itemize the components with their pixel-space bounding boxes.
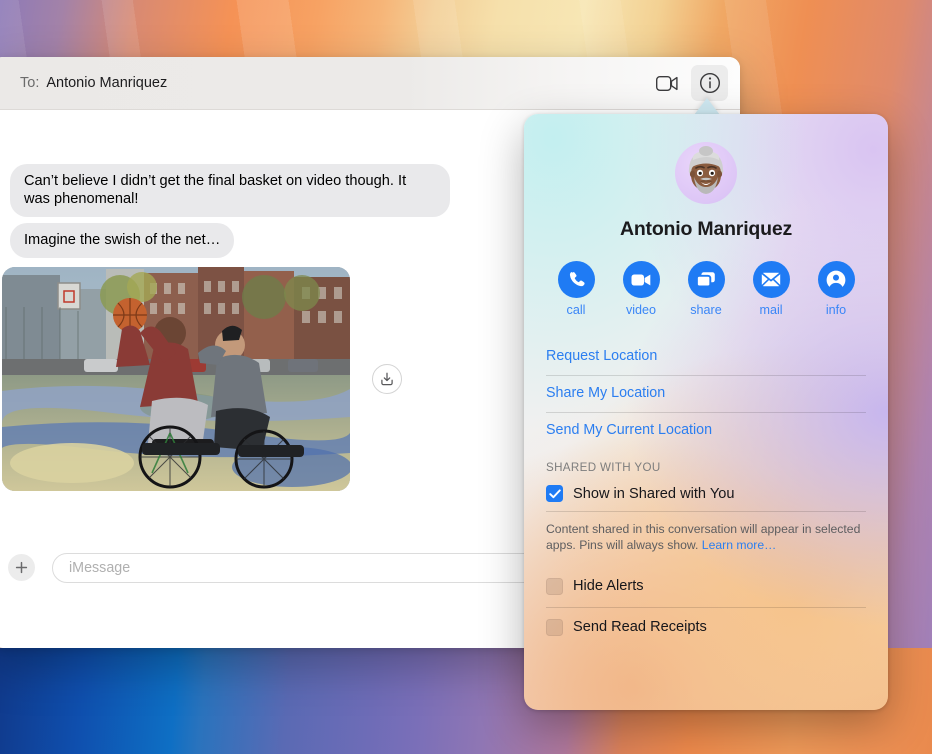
hide-alerts-checkbox[interactable] (546, 577, 563, 595)
share-windows-icon (696, 272, 715, 288)
hide-alerts-label: Hide Alerts (573, 578, 644, 595)
video-camera-icon (655, 75, 678, 91)
info-circle-icon (699, 72, 720, 94)
contact-name: Antonio Manriquez (619, 218, 793, 240)
action-share[interactable]: share (678, 261, 734, 317)
share-my-location-link[interactable]: Share My Location (546, 376, 866, 412)
photo-attachment[interactable] (2, 266, 350, 491)
call-label: call (566, 303, 586, 317)
send-read-receipts-row[interactable]: Send Read Receipts (546, 608, 866, 648)
action-info[interactable]: info (808, 261, 864, 317)
send-read-receipts-label: Send Read Receipts (573, 619, 707, 636)
message-bubble-incoming[interactable]: Imagine the swish of the net… (10, 223, 235, 258)
send-current-location-link[interactable]: Send My Current Location (546, 413, 866, 449)
request-location-link[interactable]: Request Location (546, 339, 866, 375)
recipient-name: Antonio Manriquez (46, 75, 168, 91)
action-video[interactable]: video (613, 261, 669, 317)
basketball-photo (2, 266, 350, 491)
conversation-options: Hide Alerts Send Read Receipts (546, 567, 866, 648)
shared-with-you-header: SHARED WITH YOU (546, 461, 661, 474)
popover-pointer (694, 98, 720, 115)
phone-icon (569, 272, 585, 287)
memoji-avatar-icon (688, 146, 724, 194)
call-button[interactable] (557, 261, 595, 298)
mail-label: mail (759, 303, 783, 317)
video-button[interactable] (622, 261, 660, 298)
avatar-container (546, 142, 866, 204)
send-read-receipts-checkbox[interactable] (546, 618, 563, 636)
person-circle-icon (826, 270, 846, 290)
quick-actions: call video share mail info (546, 261, 866, 317)
save-download-icon (381, 372, 393, 385)
imessage-placeholder: iMessage (69, 559, 131, 576)
share-label: share (690, 303, 722, 317)
video-label: video (625, 303, 657, 317)
titlebar-actions (648, 65, 728, 101)
hide-alerts-row[interactable]: Hide Alerts (546, 567, 866, 607)
info-label: info (825, 303, 847, 317)
add-attachment-button[interactable] (8, 554, 35, 581)
mail-button[interactable] (752, 261, 790, 298)
action-mail[interactable]: mail (743, 261, 799, 317)
window-titlebar: To: Antonio Manriquez (0, 57, 740, 110)
action-call[interactable]: call (548, 261, 604, 317)
contact-info-popover: Antonio Manriquez call video share mail … (524, 114, 888, 710)
checkmark-icon (548, 488, 561, 498)
shared-with-you-note: Content shared in this conversation will… (546, 512, 866, 565)
location-links: Request Location Share My Location Send … (546, 339, 866, 449)
save-attachment-button[interactable] (372, 363, 402, 394)
info-button[interactable] (691, 65, 728, 101)
show-in-shared-with-you-row[interactable]: Show in Shared with You (546, 481, 866, 511)
message-bubble-incoming[interactable]: Can’t believe I didn’t get the final bas… (10, 163, 450, 218)
envelope-icon (761, 272, 781, 287)
to-label: To: (20, 75, 40, 91)
memoji-avatar[interactable] (675, 142, 737, 204)
plus-icon (15, 561, 28, 574)
info-contact-button[interactable] (817, 261, 855, 298)
share-button[interactable] (687, 261, 725, 298)
facetime-button[interactable] (648, 65, 685, 101)
learn-more-link[interactable]: Learn more… (702, 538, 777, 552)
show-in-shared-label: Show in Shared with You (573, 485, 735, 502)
show-in-shared-checkbox[interactable] (546, 485, 563, 502)
video-camera-icon (631, 274, 651, 285)
